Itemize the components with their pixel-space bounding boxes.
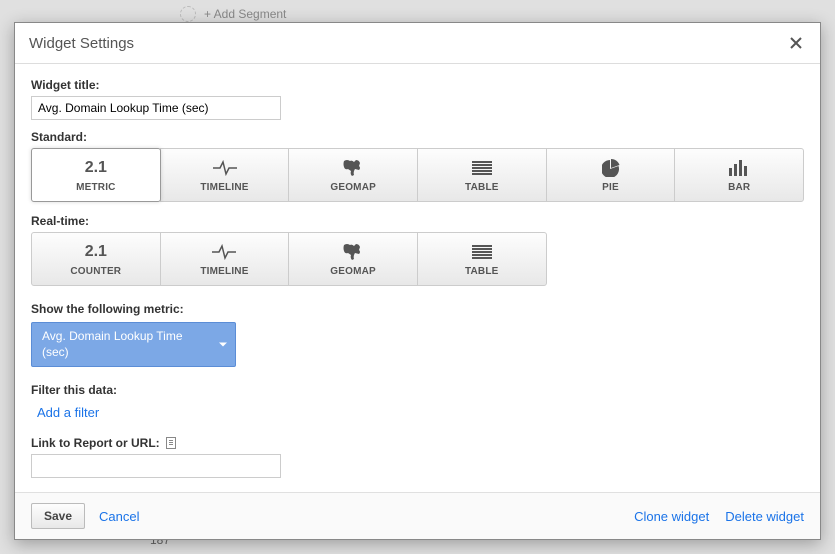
standard-type-row: 2.1 METRIC TIMELINE GEOMAP TABLE PIE <box>31 148 804 202</box>
table-icon <box>472 241 492 263</box>
metric-label: Show the following metric: <box>31 302 804 316</box>
type-caption: TABLE <box>465 266 499 277</box>
widget-title-label: Widget title: <box>31 78 804 92</box>
modal-header: Widget Settings <box>15 23 820 64</box>
type-pie[interactable]: PIE <box>546 148 676 202</box>
filter-label: Filter this data: <box>31 383 804 397</box>
type-caption: GEOMAP <box>330 266 376 277</box>
table-icon <box>472 157 492 179</box>
close-button[interactable] <box>786 33 806 53</box>
type-rt-geomap[interactable]: GEOMAP <box>288 232 418 286</box>
modal-footer: Save Cancel Clone widget Delete widget <box>15 492 820 539</box>
metric-select[interactable]: Avg. Domain Lookup Time (sec) <box>31 322 236 367</box>
bar-icon <box>729 157 749 179</box>
add-segment-label: + Add Segment <box>204 7 286 21</box>
type-rt-table[interactable]: TABLE <box>417 232 547 286</box>
type-caption: PIE <box>602 182 619 193</box>
type-bar[interactable]: BAR <box>674 148 804 202</box>
type-caption: GEOMAP <box>330 182 376 193</box>
type-caption: BAR <box>728 182 750 193</box>
save-button[interactable]: Save <box>31 503 85 529</box>
link-report-input[interactable] <box>31 454 281 478</box>
type-counter[interactable]: 2.1 COUNTER <box>31 232 161 286</box>
type-geomap[interactable]: GEOMAP <box>288 148 418 202</box>
modal-body: Widget title: Standard: 2.1 METRIC TIMEL… <box>15 64 820 492</box>
link-report-label: Link to Report or URL: <box>31 436 160 450</box>
widget-title-input[interactable] <box>31 96 281 120</box>
metric-icon: 2.1 <box>85 159 107 177</box>
type-timeline[interactable]: TIMELINE <box>160 148 290 202</box>
realtime-label: Real-time: <box>31 214 804 228</box>
geomap-icon <box>341 241 365 263</box>
type-caption: TIMELINE <box>200 266 248 277</box>
widget-settings-modal: Widget Settings Widget title: Standard: … <box>14 22 821 540</box>
timeline-icon <box>212 157 238 179</box>
chevron-down-icon <box>219 342 227 347</box>
pie-icon <box>602 157 620 179</box>
standard-label: Standard: <box>31 130 804 144</box>
metric-selected: Avg. Domain Lookup Time (sec) <box>42 329 183 359</box>
type-caption: TABLE <box>465 182 499 193</box>
counter-icon: 2.1 <box>85 243 107 261</box>
document-icon <box>166 437 176 449</box>
clone-widget-link[interactable]: Clone widget <box>634 509 709 524</box>
type-metric[interactable]: 2.1 METRIC <box>31 148 161 202</box>
timeline-icon <box>211 241 237 263</box>
add-icon <box>180 6 196 22</box>
add-filter-link[interactable]: Add a filter <box>37 405 99 420</box>
close-icon <box>790 37 802 49</box>
type-caption: METRIC <box>76 182 116 193</box>
type-caption: COUNTER <box>70 266 121 277</box>
realtime-type-row: 2.1 COUNTER TIMELINE GEOMAP TABLE <box>31 232 547 286</box>
delete-widget-link[interactable]: Delete widget <box>725 509 804 524</box>
add-segment-button[interactable]: + Add Segment <box>180 4 286 24</box>
type-table[interactable]: TABLE <box>417 148 547 202</box>
type-rt-timeline[interactable]: TIMELINE <box>160 232 290 286</box>
type-caption: TIMELINE <box>200 182 248 193</box>
geomap-icon <box>341 157 365 179</box>
cancel-link[interactable]: Cancel <box>99 509 139 524</box>
modal-title: Widget Settings <box>29 35 134 52</box>
